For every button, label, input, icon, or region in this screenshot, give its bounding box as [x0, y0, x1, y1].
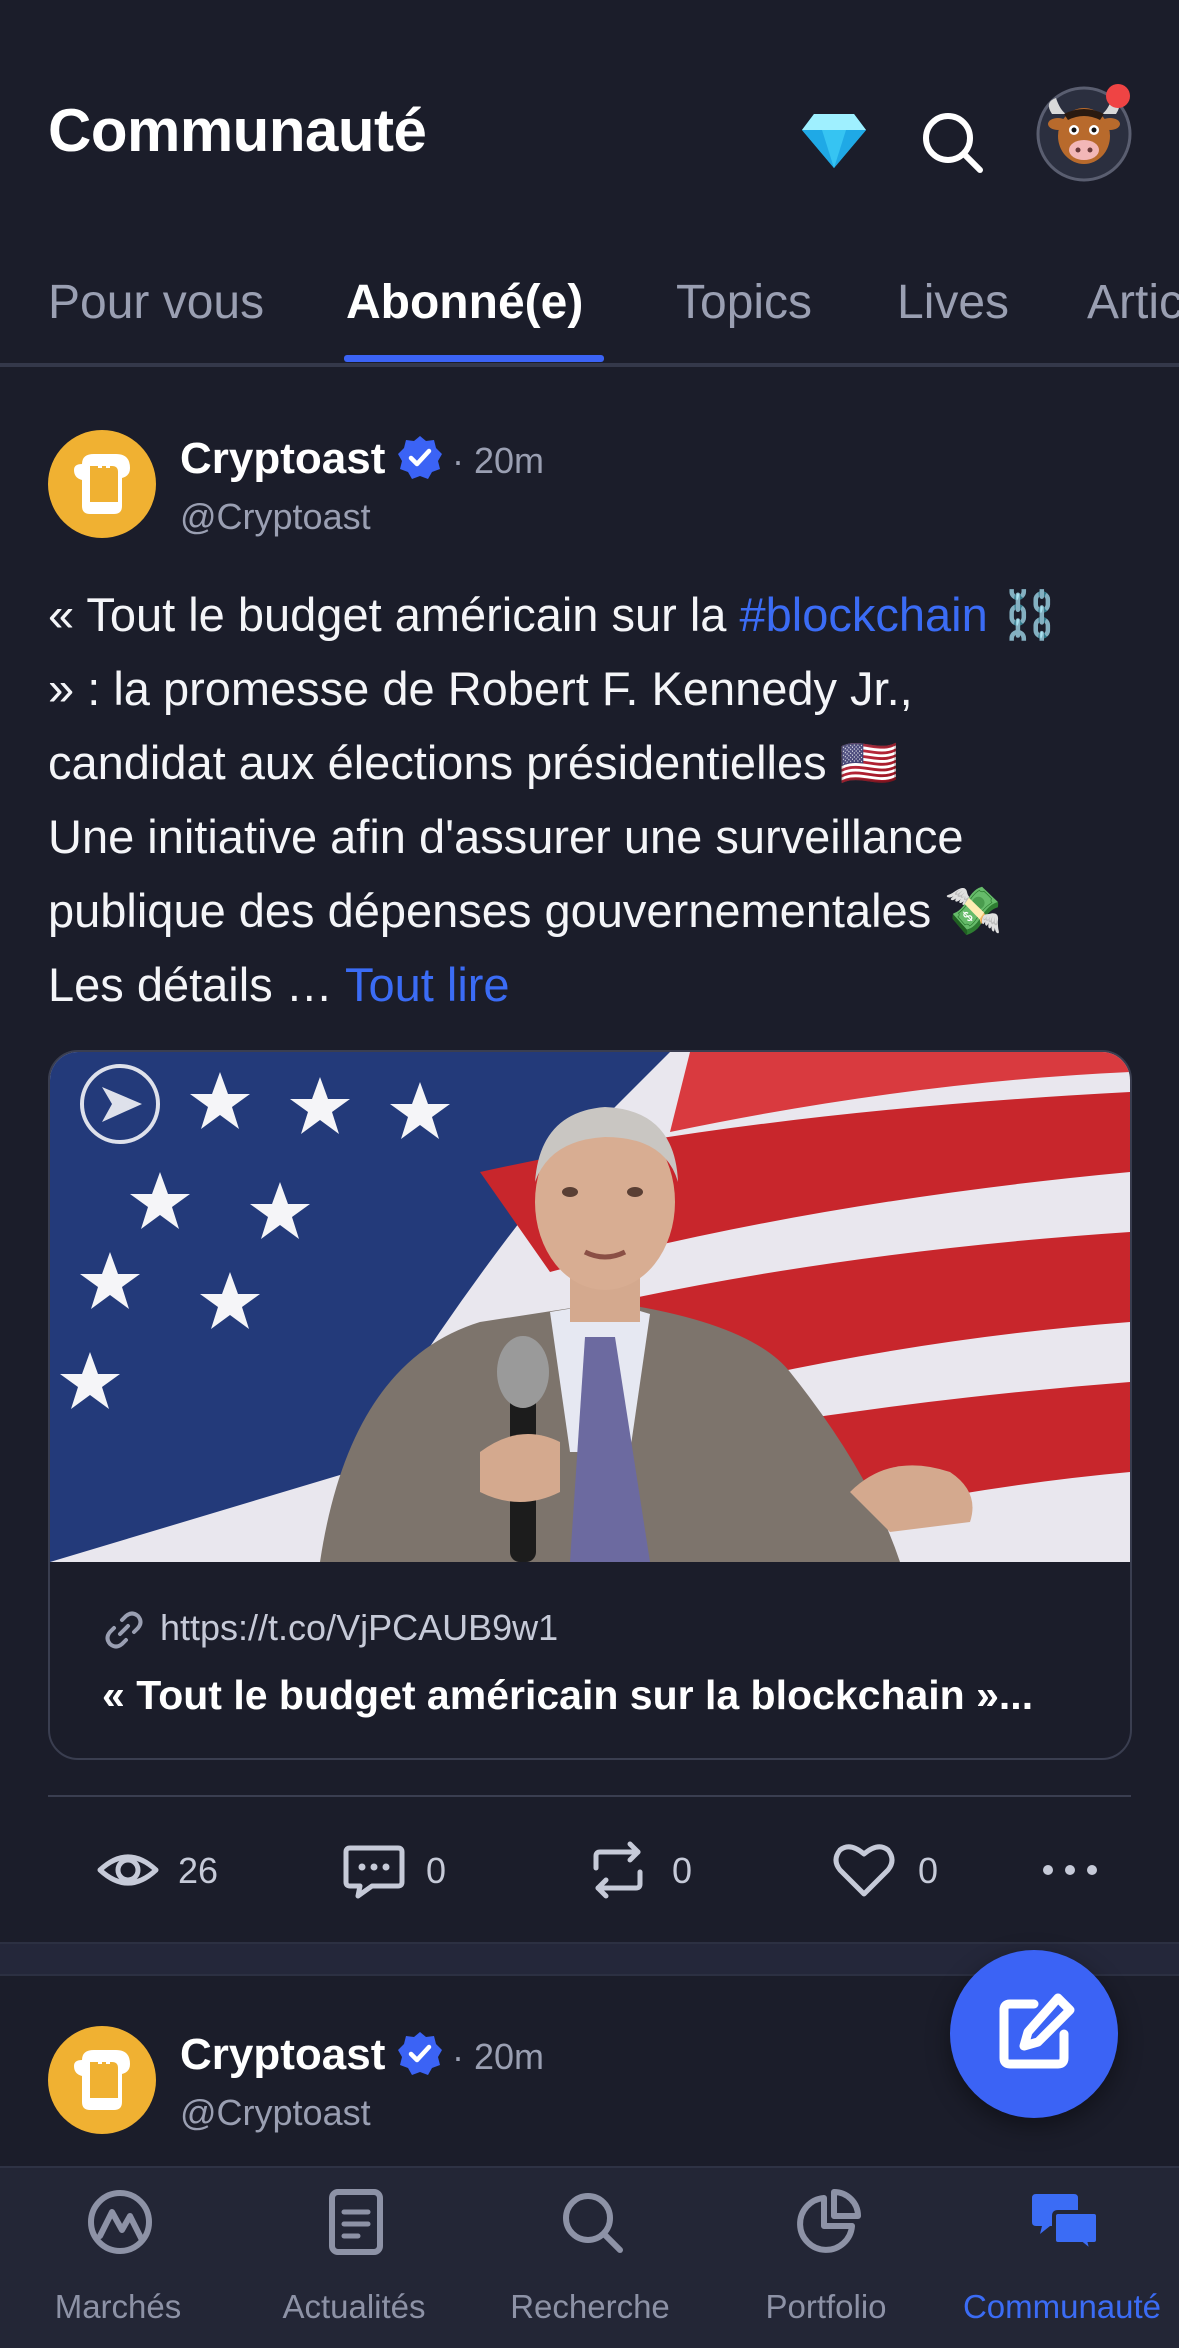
- author-handle: @Cryptoast: [180, 496, 371, 537]
- link-preview-card[interactable]: https://t.co/VjPCAUB9w1 « Tout le budget…: [48, 1050, 1132, 1760]
- nav-label: Marchés: [54, 2288, 182, 2325]
- post-line-6: Les détails … Tout lire: [48, 958, 510, 1011]
- nav-marches[interactable]: Marchés: [0, 2188, 236, 2338]
- author-handle: @Cryptoast: [180, 2092, 371, 2133]
- post-time: · 20m: [452, 2036, 545, 2077]
- heart-icon: [833, 1844, 895, 1897]
- comment-button[interactable]: 0: [342, 1838, 472, 1902]
- author-name[interactable]: Cryptoast: [180, 434, 385, 484]
- profile-avatar[interactable]: [1034, 84, 1134, 184]
- bottom-navigation: Marchés Actualités Recherche Portfolio C…: [0, 2166, 1179, 2348]
- post-time: · 20m: [452, 440, 545, 481]
- verified-badge-icon: [396, 2030, 444, 2078]
- compose-post-button[interactable]: [950, 1950, 1118, 2118]
- tab-topics[interactable]: Topics: [676, 275, 812, 330]
- verified-badge-icon: [396, 434, 444, 482]
- nav-label: Actualités: [282, 2288, 426, 2325]
- read-more-link[interactable]: Tout lire: [345, 958, 510, 1011]
- more-options-icon[interactable]: [1042, 1838, 1098, 1902]
- views-count: 26: [178, 1850, 219, 1891]
- nav-label: Communauté: [962, 2288, 1162, 2325]
- nav-actualites[interactable]: Actualités: [236, 2188, 472, 2338]
- hashtag-link[interactable]: #blockchain: [739, 588, 987, 641]
- tab-articles[interactable]: Articles: [1087, 275, 1179, 330]
- views-stat: 26: [96, 1838, 246, 1902]
- like-button[interactable]: 0: [832, 1838, 962, 1902]
- post-line-2: » : la promesse de Robert F. Kennedy Jr.…: [48, 662, 913, 715]
- diamond-icon[interactable]: [800, 112, 868, 170]
- tab-pour-vous[interactable]: Pour vous: [48, 275, 264, 330]
- search-icon[interactable]: [920, 110, 986, 176]
- post-body: « Tout le budget américain sur la #block…: [48, 578, 1138, 1022]
- nav-label: Recherche: [510, 2288, 670, 2325]
- link-preview-image: [50, 1052, 1130, 1562]
- author-name[interactable]: Cryptoast: [180, 2030, 385, 2080]
- nav-label: Portfolio: [765, 2288, 887, 2325]
- tab-abonne[interactable]: Abonné(e): [346, 275, 583, 330]
- likes-count: 0: [918, 1850, 939, 1891]
- post-divider: [48, 1795, 1131, 1797]
- repost-button[interactable]: 0: [586, 1838, 716, 1902]
- post-line-1: « Tout le budget américain sur la #block…: [48, 588, 1060, 641]
- search-icon: [563, 2193, 623, 2253]
- repost-icon: [593, 1841, 643, 1899]
- news-icon: [329, 2189, 383, 2255]
- link-title: « Tout le budget américain sur la blockc…: [102, 1672, 1034, 1718]
- edit-icon: [999, 1993, 1075, 2069]
- page-title: Communauté: [48, 97, 427, 164]
- tab-lives[interactable]: Lives: [897, 275, 1009, 330]
- reposts-count: 0: [672, 1850, 693, 1891]
- link-icon: [102, 1608, 146, 1652]
- post-line-5: publique des dépenses gouvernementales 💸: [48, 884, 1003, 937]
- notification-dot: [1106, 84, 1130, 108]
- eye-icon: [97, 1854, 159, 1886]
- nav-portfolio[interactable]: Portfolio: [708, 2188, 944, 2338]
- portfolio-icon: [797, 2189, 861, 2253]
- community-icon: [1032, 2194, 1100, 2256]
- author-avatar[interactable]: [48, 2026, 156, 2134]
- link-url: https://t.co/VjPCAUB9w1: [160, 1607, 559, 1648]
- app-header: Communauté: [0, 0, 1179, 250]
- nav-recherche[interactable]: Recherche: [472, 2188, 708, 2338]
- feed-tabs: Pour vous Abonné(e) Topics Lives Article…: [0, 255, 1179, 367]
- post-line-3: candidat aux élections présidentielles 🇺…: [48, 736, 899, 789]
- post-line-4: Une initiative afin d'assurer une survei…: [48, 810, 964, 863]
- active-tab-indicator: [344, 355, 604, 362]
- comments-count: 0: [426, 1850, 447, 1891]
- author-avatar[interactable]: [48, 430, 156, 538]
- nav-communaute[interactable]: Communauté: [944, 2188, 1179, 2338]
- markets-icon: [88, 2190, 152, 2254]
- comment-icon: [343, 1845, 405, 1899]
